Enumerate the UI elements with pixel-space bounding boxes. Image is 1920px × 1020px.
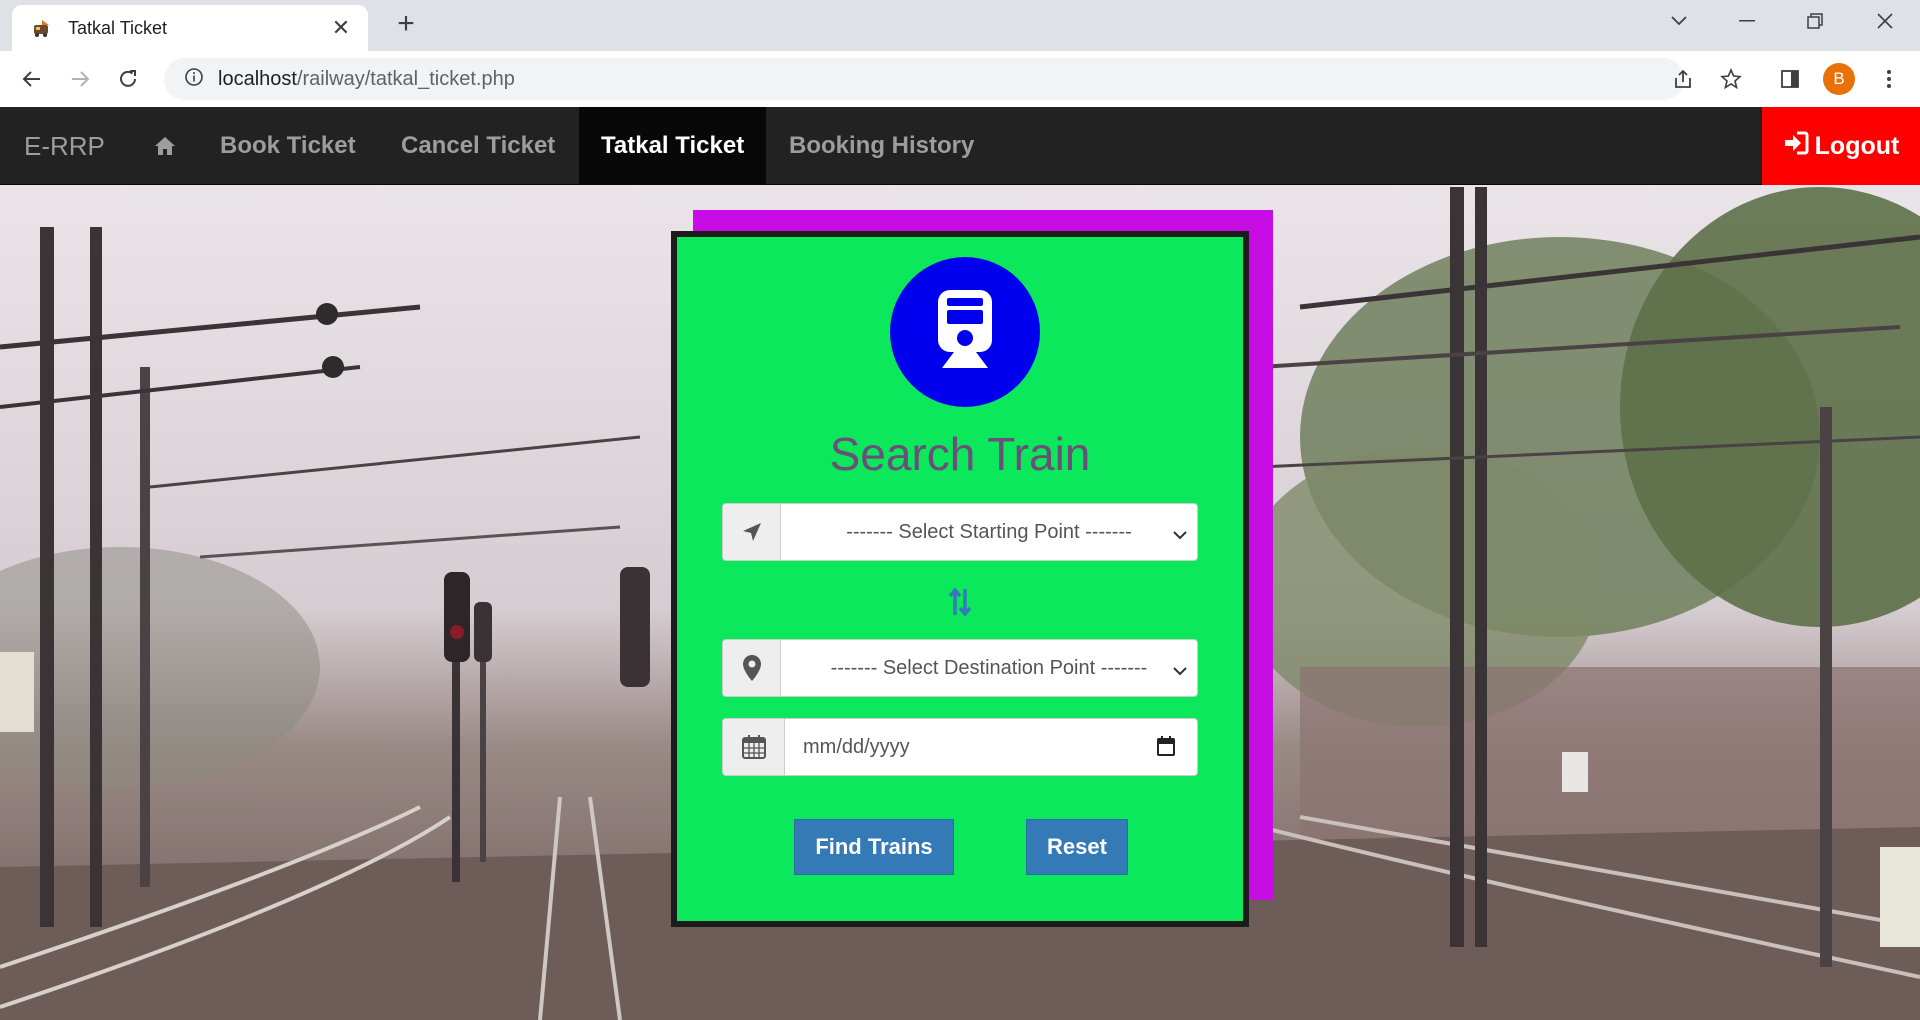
- start-point-group: ------- Select Starting Point -------: [722, 503, 1198, 561]
- home-icon[interactable]: [150, 107, 180, 185]
- side-panel-icon[interactable]: [1775, 64, 1805, 94]
- nav-cancel-ticket[interactable]: Cancel Ticket: [379, 107, 577, 185]
- forward-arrow-icon[interactable]: [63, 62, 97, 96]
- nav-booking-history[interactable]: Booking History: [767, 107, 996, 185]
- search-train-card: Search Train ------- Select Starting Poi…: [671, 231, 1249, 927]
- train-favicon-icon: [30, 16, 54, 40]
- nav-book-ticket[interactable]: Book Ticket: [198, 107, 378, 185]
- brand-logo[interactable]: E-RRP: [24, 107, 105, 185]
- tab-search-chevron-icon[interactable]: [1646, 0, 1712, 42]
- journey-date-input[interactable]: mm/dd/yyyy: [785, 719, 1197, 775]
- location-arrow-icon: [723, 504, 781, 560]
- start-point-select[interactable]: ------- Select Starting Point -------: [781, 504, 1197, 560]
- logout-button[interactable]: Logout: [1762, 107, 1920, 185]
- site-info-icon[interactable]: [184, 67, 204, 92]
- back-arrow-icon[interactable]: [15, 62, 49, 96]
- bookmark-star-icon[interactable]: [1716, 64, 1746, 94]
- find-trains-button[interactable]: Find Trains: [794, 819, 954, 875]
- profile-avatar[interactable]: B: [1823, 63, 1855, 95]
- browser-tab[interactable]: Tatkal Ticket ✕: [12, 5, 368, 51]
- date-picker-icon[interactable]: [1157, 736, 1175, 762]
- reset-button[interactable]: Reset: [1026, 819, 1128, 875]
- browser-toolbar: localhost/railway/tatkal_ticket.php: [0, 51, 1920, 107]
- top-navbar: E-RRP Book Ticket Cancel Ticket Tatkal T…: [0, 107, 1920, 185]
- tab-close-icon[interactable]: ✕: [328, 15, 354, 41]
- logout-label: Logout: [1814, 131, 1900, 160]
- tab-title: Tatkal Ticket: [68, 17, 168, 38]
- address-bar[interactable]: localhost/railway/tatkal_ticket.php: [164, 58, 1684, 100]
- minimize-icon[interactable]: [1714, 0, 1780, 42]
- swap-icon[interactable]: [945, 585, 975, 619]
- train-icon: [890, 257, 1040, 407]
- browser-tab-bar: Tatkal Ticket ✕ +: [0, 0, 1920, 51]
- restore-icon[interactable]: [1782, 0, 1848, 42]
- share-icon[interactable]: [1668, 64, 1698, 94]
- destination-point-group: ------- Select Destination Point -------: [722, 639, 1198, 697]
- nav-tatkal-ticket[interactable]: Tatkal Ticket: [579, 107, 767, 185]
- journey-date-group: mm/dd/yyyy: [722, 718, 1198, 776]
- page-viewport: E-RRP Book Ticket Cancel Ticket Tatkal T…: [0, 107, 1920, 1020]
- more-menu-icon[interactable]: [1874, 64, 1904, 94]
- map-marker-icon: [723, 640, 781, 696]
- chevron-down-icon: [1173, 659, 1187, 682]
- reload-icon[interactable]: [111, 62, 145, 96]
- destination-point-select[interactable]: ------- Select Destination Point -------: [781, 640, 1197, 696]
- new-tab-button[interactable]: +: [390, 9, 422, 41]
- close-window-icon[interactable]: [1852, 0, 1918, 42]
- sign-in-icon: [1783, 131, 1809, 162]
- calendar-icon: [723, 719, 785, 775]
- chevron-down-icon: [1173, 523, 1187, 546]
- url-text: localhost/railway/tatkal_ticket.php: [218, 67, 515, 90]
- search-train-title: Search Train: [829, 428, 1091, 480]
